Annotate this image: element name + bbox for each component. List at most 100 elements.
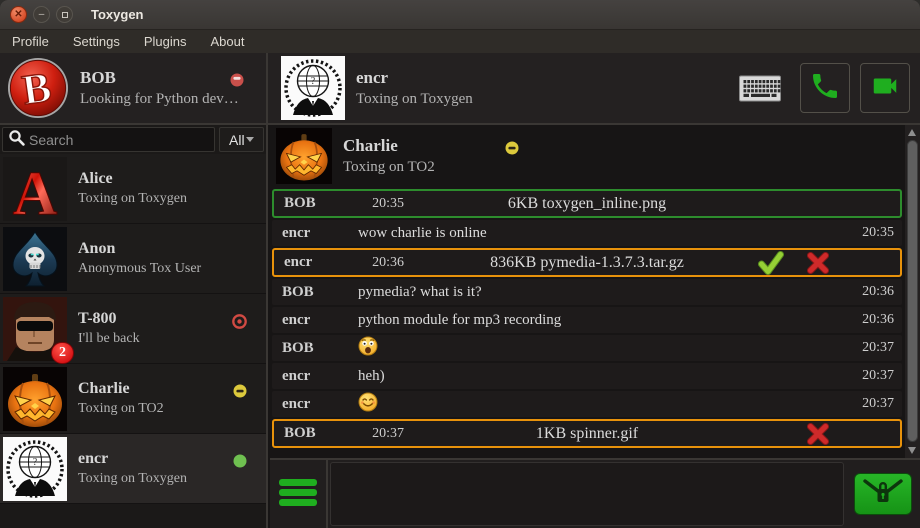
phone-icon xyxy=(809,70,841,107)
contact-texts: Anon Anonymous Tox User xyxy=(78,240,201,277)
contact-texts: Alice Toxing on Toxygen xyxy=(78,170,187,207)
self-avatar: B xyxy=(7,57,69,119)
send-encrypted-button[interactable] xyxy=(854,473,912,515)
search-input[interactable] xyxy=(25,132,214,148)
message-input[interactable] xyxy=(330,462,844,526)
message-list: BOB 6KB toxygen_inline.png 20:35 encr wo… xyxy=(272,189,902,456)
message-row: encr heh) 20:37 xyxy=(272,363,902,389)
contact-texts: T-800 I'll be back xyxy=(78,310,140,347)
message-time: 20:35 xyxy=(850,225,902,241)
menu-item-plugins[interactable]: Plugins xyxy=(144,34,187,49)
contact-texts: encr Toxing on Toxygen xyxy=(78,450,187,487)
video-call-button[interactable] xyxy=(860,63,910,113)
busy-status-icon xyxy=(230,73,244,92)
message-text: wow charlie is online xyxy=(358,225,850,242)
close-button[interactable]: ✕ xyxy=(10,6,27,23)
contact-name: Alice xyxy=(78,170,187,188)
contact-card-charlie[interactable]: Charlie Toxing on TO2 xyxy=(270,125,920,187)
attachment-menu-button[interactable] xyxy=(270,460,328,528)
message-row: encr wow charlie is online 20:35 xyxy=(272,220,902,246)
contact-charlie[interactable]: Charlie Toxing on TO2 xyxy=(0,364,266,434)
contact-status-message: Anonymous Tox User xyxy=(78,261,201,277)
peer-avatar: ? xyxy=(281,56,345,120)
message-time: 20:37 xyxy=(850,340,902,356)
audio-call-button[interactable] xyxy=(800,63,850,113)
message-sender: BOB xyxy=(272,340,358,357)
menu-bar: Profile Settings Plugins About xyxy=(0,30,920,53)
menu-item-settings[interactable]: Settings xyxy=(73,34,120,49)
contact-name: encr xyxy=(78,450,187,468)
file-actions xyxy=(758,251,830,275)
message-sender: BOB xyxy=(272,284,358,301)
online-status-icon xyxy=(233,454,247,473)
message-time: 20:37 xyxy=(360,426,412,442)
message-sender: encr xyxy=(272,312,358,329)
contact-name: Charlie xyxy=(78,380,164,398)
message-time: 20:36 xyxy=(850,284,902,300)
message-time: 20:36 xyxy=(360,255,412,271)
message-text: heh) xyxy=(358,368,850,385)
card-avatar xyxy=(276,128,332,184)
message-row: BOB 20:37 xyxy=(272,335,902,361)
svg-text:A: A xyxy=(13,160,58,221)
avatar xyxy=(3,367,67,431)
contact-alice[interactable]: A Alice Toxing on Toxygen xyxy=(0,154,266,224)
message-row: encr 20:37 xyxy=(272,391,902,417)
search-icon xyxy=(8,129,25,151)
menu-item-profile[interactable]: Profile xyxy=(12,34,49,49)
contact-encr[interactable]: ? encr Toxing on Toxygen xyxy=(0,434,266,504)
menu-item-about[interactable]: About xyxy=(210,34,244,49)
contact-status-message: Toxing on Toxygen xyxy=(78,191,187,207)
header-actions xyxy=(738,53,920,123)
window-title: Toxygen xyxy=(91,7,144,22)
self-name: BOB xyxy=(80,68,239,88)
contact-anon[interactable]: Anon Anonymous Tox User xyxy=(0,224,266,294)
contact-name: T-800 xyxy=(78,310,140,328)
self-texts: BOB Looking for Python dev… xyxy=(80,68,239,108)
typing-keyboard-icon xyxy=(738,75,782,102)
maximize-button[interactable] xyxy=(56,6,73,23)
contact-texts: Charlie Toxing on TO2 xyxy=(78,380,164,417)
file-actions xyxy=(806,422,830,446)
file-decline-button[interactable] xyxy=(806,251,830,275)
minimize-button[interactable]: – xyxy=(33,6,50,23)
video-camera-icon xyxy=(868,71,902,106)
message-time: 20:37 xyxy=(850,396,902,412)
avatar: A xyxy=(3,157,67,221)
message-sender: encr xyxy=(272,396,358,413)
svg-text:?: ? xyxy=(311,76,316,87)
scroll-up-arrow-icon[interactable] xyxy=(908,129,916,136)
sidebar: All A Alice Toxing on Toxygen Anon Anony… xyxy=(0,125,268,528)
message-sender: encr xyxy=(272,368,358,385)
message-time: 20:36 xyxy=(850,312,902,328)
message-sender: encr xyxy=(274,254,360,271)
file-decline-button[interactable] xyxy=(806,422,830,446)
contact-status-message: I'll be back xyxy=(78,331,140,347)
emoji-shocked-icon xyxy=(358,336,850,361)
busy-ring-status-icon xyxy=(232,314,247,334)
peer-texts: encr Toxing on Toxygen xyxy=(356,68,473,108)
scrollbar-thumb[interactable] xyxy=(907,140,918,442)
chat-scrollbar[interactable] xyxy=(905,125,920,458)
contact-filter-dropdown[interactable]: All xyxy=(219,127,264,152)
svg-text:?: ? xyxy=(33,457,38,468)
message-row: encr python module for mp3 recording 20:… xyxy=(272,307,902,333)
file-transfer-row: BOB 1KB spinner.gif 20:37 xyxy=(272,419,902,448)
message-sender: encr xyxy=(272,225,358,242)
contact-t-800[interactable]: T-800 I'll be back 2 xyxy=(0,294,266,364)
message-time: 20:35 xyxy=(360,196,412,212)
self-status-message: Looking for Python dev… xyxy=(80,91,239,108)
header: B BOB Looking for Python dev… ? encr Tox… xyxy=(0,53,920,125)
send-area xyxy=(846,460,920,528)
peer-status-message: Toxing on Toxygen xyxy=(356,91,473,108)
contact-filter-value: All xyxy=(229,132,245,148)
hamburger-menu-icon xyxy=(278,476,318,513)
envelope-lock-icon xyxy=(861,477,905,512)
file-accept-button[interactable] xyxy=(758,251,784,275)
self-profile-card[interactable]: B BOB Looking for Python dev… xyxy=(0,53,268,123)
message-time: 20:37 xyxy=(850,368,902,384)
search-box xyxy=(2,127,215,152)
scroll-down-arrow-icon[interactable] xyxy=(908,447,916,454)
message-text: python module for mp3 recording xyxy=(358,312,850,329)
contact-status-message: Toxing on TO2 xyxy=(78,401,164,417)
